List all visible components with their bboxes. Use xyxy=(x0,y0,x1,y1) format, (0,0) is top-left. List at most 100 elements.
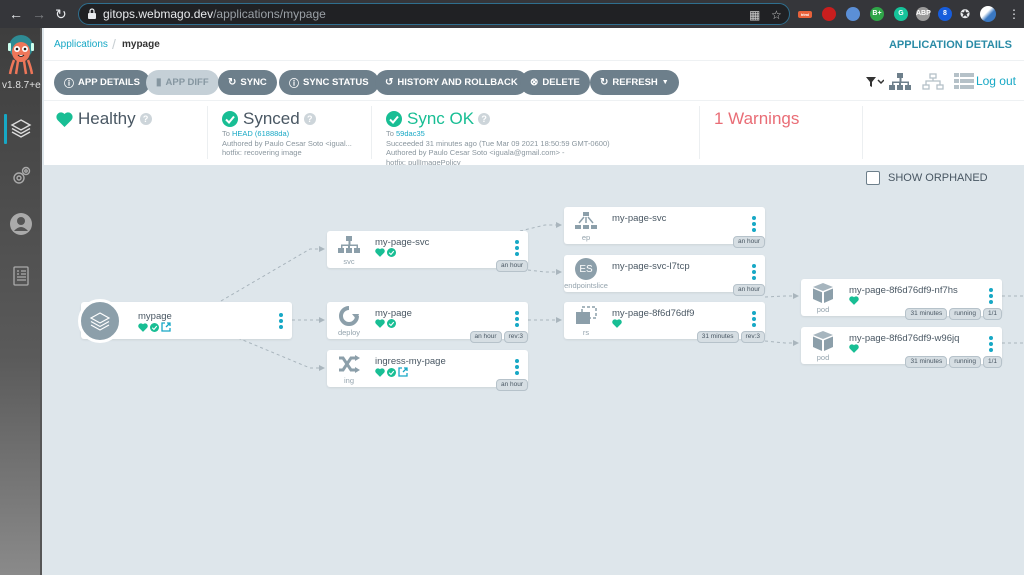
node-status xyxy=(849,296,859,305)
node-menu-button[interactable] xyxy=(515,311,519,327)
es-icon-text: ES xyxy=(575,258,597,280)
show-orphaned-checkbox[interactable] xyxy=(866,171,880,185)
node-kind: deploy xyxy=(337,328,361,337)
sidebar-item-documentation[interactable] xyxy=(0,260,42,292)
history-rollback-button[interactable]: ↺ HISTORY AND ROLLBACK xyxy=(375,70,528,95)
app-node-mypage[interactable]: mypage xyxy=(78,299,292,343)
external-link-icon[interactable] xyxy=(398,367,408,377)
button-label: DELETE xyxy=(542,77,580,88)
logout-link[interactable]: Log out xyxy=(976,74,1016,88)
sidebar-item-settings[interactable] xyxy=(0,160,42,192)
forward-icon[interactable]: → xyxy=(32,5,46,23)
refresh-button[interactable]: ↻ REFRESH ▼ xyxy=(590,70,679,95)
filter-icon[interactable] xyxy=(866,76,884,88)
delete-button[interactable]: ⊗ DELETE xyxy=(520,70,590,95)
resource-node-ing[interactable]: ing ingress-my-page an hour xyxy=(327,350,528,391)
button-label: REFRESH xyxy=(612,77,658,88)
node-menu-button[interactable] xyxy=(752,311,756,327)
sync-commit-message: hotfix: recovering image xyxy=(222,148,302,157)
warnings-status[interactable]: 1 Warnings xyxy=(714,109,799,169)
resource-node-pod-nf7hs[interactable]: pod my-page-8f6d76df9-nf7hs 31 minutes ru… xyxy=(801,279,1002,320)
status-panel: Healthy ? Synced ? To HEAD (61888da) Aut… xyxy=(44,100,1024,167)
check-circle-icon xyxy=(387,319,396,328)
help-icon[interactable]: ? xyxy=(139,113,152,125)
node-name: my-page-svc xyxy=(612,213,667,224)
list-view-icon[interactable] xyxy=(954,73,974,89)
qr-code-icon[interactable]: ▦ xyxy=(749,8,760,22)
document-icon xyxy=(13,266,29,286)
sync-author: Authored by Paulo Cesar Soto <igual... xyxy=(222,138,352,148)
argo-logo[interactable] xyxy=(5,34,37,76)
resource-node-svc[interactable]: svc my-page-svc an hour xyxy=(327,231,528,272)
operation-detail: Succeeded 31 minutes ago (Tue Mar 09 202… xyxy=(386,138,610,148)
ext-html-icon[interactable]: html xyxy=(798,11,812,18)
show-orphaned-toggle[interactable]: SHOW ORPHANED xyxy=(866,171,988,185)
ext-abp-icon[interactable]: ABP xyxy=(916,7,931,21)
resource-node-rs[interactable]: rs my-page-8f6d76df9 31 minutes rev:3 xyxy=(564,302,765,343)
sync-revision-link[interactable]: HEAD (61888da) xyxy=(232,129,289,138)
tree-view-icon[interactable] xyxy=(889,73,911,91)
app-diff-button[interactable]: ▮ APP DIFF xyxy=(146,70,219,95)
endpointslice-icon: ES xyxy=(572,258,600,280)
node-menu-button[interactable] xyxy=(515,240,519,256)
check-circle-icon xyxy=(222,111,238,127)
ext-grammarly-icon[interactable]: G xyxy=(894,7,908,21)
bookmark-star-icon[interactable]: ☆ xyxy=(771,8,782,22)
operation-revision-link[interactable]: 59dac35 xyxy=(396,129,425,138)
node-menu-button[interactable] xyxy=(515,359,519,375)
ext-red-icon[interactable] xyxy=(822,7,836,21)
ext-bplus-icon[interactable]: B+ xyxy=(870,7,884,21)
help-icon[interactable]: ? xyxy=(303,113,316,125)
ext-globe-icon[interactable] xyxy=(846,7,860,21)
address-bar[interactable]: gitops.webmago.dev/applications/mypage ▦… xyxy=(78,3,790,25)
resource-node-pod-w96jq[interactable]: pod my-page-8f6d76df9-w96jq 31 minutes ru… xyxy=(801,327,1002,368)
sync-icon: ↻ xyxy=(228,77,237,88)
external-link-icon[interactable] xyxy=(161,322,171,332)
node-menu-button[interactable] xyxy=(752,216,756,232)
app-details-button[interactable]: ⓘ APP DETAILS xyxy=(54,70,150,95)
phase-tag: running xyxy=(949,356,981,368)
node-kind: svc xyxy=(343,257,355,266)
pod-cube-icon xyxy=(809,330,837,352)
resource-node-ep[interactable]: ep my-page-svc an hour xyxy=(564,207,765,248)
extensions-puzzle-icon[interactable]: ✪ xyxy=(960,5,970,23)
reload-icon[interactable]: ↻ xyxy=(55,5,67,23)
pod-cube-icon xyxy=(809,282,837,304)
node-status xyxy=(612,319,622,328)
check-circle-icon xyxy=(387,367,396,377)
node-menu-button[interactable] xyxy=(989,336,993,352)
sync-button[interactable]: ↻ SYNC xyxy=(218,70,277,95)
check-circle-icon xyxy=(386,111,402,127)
sidebar-item-user-info[interactable] xyxy=(0,208,42,240)
profile-avatar[interactable] xyxy=(980,6,996,22)
sync-status-button[interactable]: ⓘ SYNC STATUS xyxy=(279,70,379,95)
resource-node-deploy[interactable]: deploy my-page an hour rev:3 xyxy=(327,302,528,343)
node-tags: 31 minutes rev:3 xyxy=(696,331,765,343)
button-label: HISTORY AND ROLLBACK xyxy=(397,77,518,88)
node-tags: an hour xyxy=(495,379,528,391)
browser-menu-icon[interactable]: ⋮ xyxy=(1008,5,1020,23)
network-view-icon[interactable] xyxy=(922,73,944,91)
help-icon[interactable]: ? xyxy=(478,113,491,125)
check-circle-icon xyxy=(150,322,159,332)
warnings-label[interactable]: 1 Warnings xyxy=(714,109,799,129)
health-label: Healthy xyxy=(78,109,136,128)
ext-bitwarden-icon[interactable]: 8 xyxy=(938,7,952,21)
page-title: APPLICATION DETAILS xyxy=(888,39,1012,51)
age-tag: 31 minutes xyxy=(905,308,948,320)
resource-node-endpointslice[interactable]: ES endpointslice my-page-svc-l7tcp an ho… xyxy=(564,255,765,296)
node-menu-button[interactable] xyxy=(752,264,756,280)
node-menu-button[interactable] xyxy=(279,313,283,329)
sync-to-prefix: To xyxy=(222,129,230,138)
node-status xyxy=(375,248,396,257)
node-name: my-page-svc-l7tcp xyxy=(612,261,690,272)
breadcrumb-applications[interactable]: Applications xyxy=(54,39,108,50)
operation-label: Sync OK xyxy=(407,109,475,128)
node-kind: endpointslice xyxy=(564,281,608,290)
sidebar-item-applications[interactable] xyxy=(0,112,42,144)
node-tags: 31 minutes running 1/1 xyxy=(905,356,1002,368)
node-menu-button[interactable] xyxy=(989,288,993,304)
age-tag: 31 minutes xyxy=(905,356,948,368)
node-tags: an hour rev:3 xyxy=(469,331,528,343)
back-icon[interactable]: ← xyxy=(9,5,23,23)
